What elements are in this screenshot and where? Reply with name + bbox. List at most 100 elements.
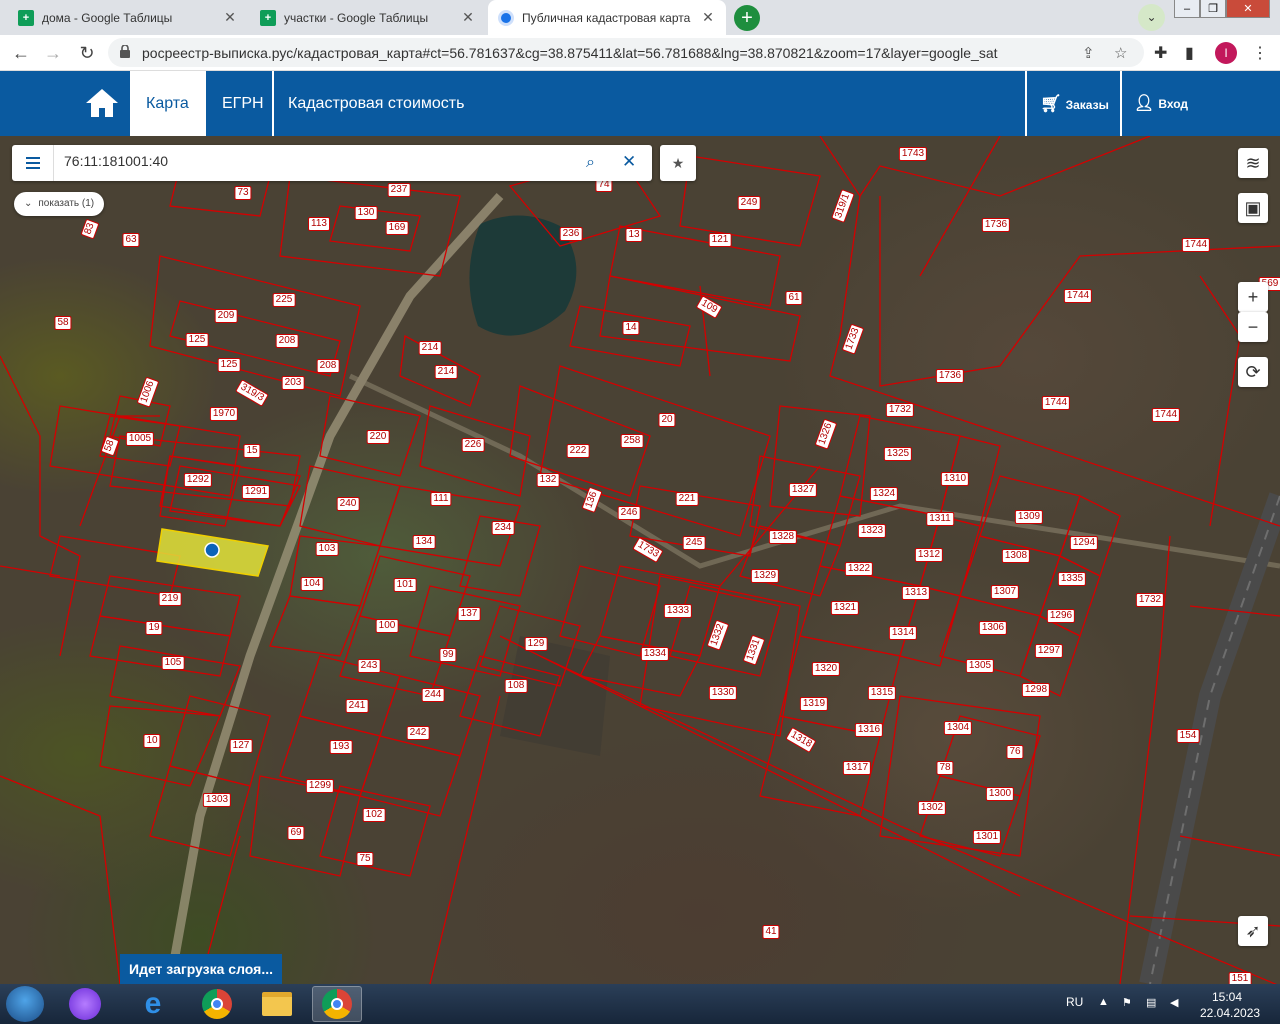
clock-date[interactable]: 22.04.2023 xyxy=(1200,1006,1260,1020)
parcel-number-label: 1743 xyxy=(898,147,928,161)
maximize-icon[interactable]: ❐ xyxy=(1200,0,1226,18)
alice-icon[interactable] xyxy=(60,986,110,1022)
chrome-active-icon[interactable] xyxy=(312,986,362,1022)
file-explorer-icon[interactable] xyxy=(252,986,302,1022)
layers-icon[interactable]: ≋ xyxy=(1238,148,1268,178)
favorite-star-button[interactable]: ★ xyxy=(660,145,696,181)
parcel-number-label: 245 xyxy=(682,536,706,550)
home-icon[interactable] xyxy=(84,87,120,119)
share-icon[interactable]: ⇪ xyxy=(1082,44,1095,62)
parcel-number-label: 13 xyxy=(625,228,643,242)
show-results-button[interactable]: ⌄ показать (1) xyxy=(14,192,105,216)
clock-time[interactable]: 15:04 xyxy=(1212,990,1242,1004)
volume-icon[interactable]: ◀︎ xyxy=(1170,996,1178,1009)
nav-map[interactable]: Карта xyxy=(130,71,206,136)
network-icon[interactable]: ▤ xyxy=(1146,996,1156,1009)
show-results-label: показать (1) xyxy=(38,198,95,209)
back-icon[interactable]: ← xyxy=(8,40,34,66)
parcel-number-label: 1313 xyxy=(901,586,931,600)
tray-expand-icon[interactable]: ▲ xyxy=(1098,996,1109,1008)
parcel-number-label: 236 xyxy=(559,227,583,241)
site-icon xyxy=(498,9,514,26)
parcel-number-label: 100 xyxy=(375,619,399,633)
parcel-number-label: 103 xyxy=(315,542,339,556)
start-button[interactable] xyxy=(6,986,44,1022)
minimize-icon[interactable]: – xyxy=(1174,0,1200,18)
search-input[interactable] xyxy=(64,153,564,169)
nav-egrn[interactable]: ЕГРН xyxy=(206,71,280,136)
parcel-number-label: 1327 xyxy=(788,483,818,497)
parcel-number-label: 208 xyxy=(275,334,299,348)
chrome-icon[interactable] xyxy=(192,986,242,1022)
parcel-number-label: 154 xyxy=(1176,729,1200,743)
browser-tab-bar: + дома - Google Таблицы ✕ + участки - Go… xyxy=(0,0,1280,35)
forward-icon[interactable]: → xyxy=(40,40,66,66)
parcel-number-label: 19 xyxy=(145,621,163,635)
parcel-number-label: 203 xyxy=(281,376,305,390)
tab-cadastral-map[interactable]: Публичная кадастровая карта 2 ✕ xyxy=(488,0,726,35)
bookmark-star-icon[interactable]: ☆ xyxy=(1114,44,1127,62)
parcel-number-label: 1325 xyxy=(883,447,913,461)
language-indicator[interactable]: RU xyxy=(1066,995,1083,1009)
parcel-number-label: 113 xyxy=(308,217,330,231)
map-print-icon[interactable]: ▣ xyxy=(1238,193,1268,223)
parcel-number-label: 63 xyxy=(122,233,140,247)
locate-icon[interactable]: ➶ xyxy=(1238,916,1268,946)
parcel-number-label: 61 xyxy=(785,291,803,305)
window-close-icon[interactable]: ✕ xyxy=(1226,0,1270,18)
side-panel-icon[interactable]: ▮ xyxy=(1185,43,1194,63)
sheets-icon: + xyxy=(260,9,276,26)
close-icon[interactable]: ✕ xyxy=(622,152,636,172)
parcel-number-label: 1970 xyxy=(209,407,239,421)
parcel-number-label: 249 xyxy=(737,196,761,210)
chevron-down-icon: ⌄ xyxy=(24,198,33,209)
search-icon[interactable]: ⌕ xyxy=(586,154,595,172)
satellite-map[interactable]: 1743 237 74 73 130 169 113 236 13 249 121 319/1 1736… xyxy=(0,136,1280,984)
internet-explorer-icon[interactable]: e xyxy=(128,986,178,1022)
more-menu-icon[interactable]: ⋮ xyxy=(1252,43,1268,63)
parcel-number-label: 1744 xyxy=(1151,408,1181,422)
highway xyxy=(1139,492,1280,984)
tab-title: участки - Google Таблицы xyxy=(284,10,429,25)
parcel-number-label: 219 xyxy=(158,592,182,606)
parcel-number-label: 76 xyxy=(1006,745,1024,759)
parcel-number-label: 1306 xyxy=(978,621,1008,635)
address-bar[interactable]: росреестр-выписка.рус/кадастровая_карта#… xyxy=(108,38,1144,67)
zoom-out-button[interactable]: − xyxy=(1238,312,1268,342)
parcel-number-label: 1329 xyxy=(750,569,780,583)
lock-icon[interactable] xyxy=(120,45,130,58)
nav-cadastral-value[interactable]: Кадастровая стоимость xyxy=(272,71,480,136)
parcel-number-label: 241 xyxy=(345,699,369,713)
new-tab-button[interactable]: + xyxy=(734,5,760,31)
loading-status: Идет загрузка слоя... xyxy=(120,954,282,984)
parcel-number-label: 108 xyxy=(504,679,528,693)
parcel-marker[interactable] xyxy=(204,542,220,558)
parcel-number-label: 1296 xyxy=(1046,609,1076,623)
action-center-icon[interactable]: ⚑ xyxy=(1122,996,1132,1009)
tab-doma-sheets[interactable]: + дома - Google Таблицы ✕ xyxy=(8,0,248,35)
parcel-number-label: 69 xyxy=(287,826,305,840)
parcel-number-label: 1317 xyxy=(842,761,872,775)
reload-icon[interactable]: ↻ xyxy=(74,40,100,66)
parcel-number-label: 1311 xyxy=(926,512,954,526)
close-icon[interactable]: ✕ xyxy=(700,9,716,26)
close-icon[interactable]: ✕ xyxy=(460,9,476,26)
extensions-icon[interactable]: ✚ xyxy=(1154,43,1167,63)
close-icon[interactable]: ✕ xyxy=(222,9,238,26)
login-button[interactable]: 👤︎ Вход xyxy=(1134,71,1188,136)
parcel-number-label: 234 xyxy=(491,521,515,535)
search-panel: ⌕ ✕ xyxy=(12,145,652,181)
avatar[interactable]: I xyxy=(1215,42,1237,64)
orders-button[interactable]: 🛒︎ Заказы xyxy=(1040,71,1109,136)
parcel-number-label: 1308 xyxy=(1001,549,1031,563)
parcel-number-label: 101 xyxy=(393,578,417,592)
parcel-number-label: 1330 xyxy=(708,686,738,700)
parcel-number-label: 58 xyxy=(54,316,72,330)
parcel-number-label: 220 xyxy=(366,430,390,444)
tab-uchastki-sheets[interactable]: + участки - Google Таблицы ✕ xyxy=(250,0,486,35)
chevron-down-icon[interactable]: ⌄ xyxy=(1138,4,1165,31)
menu-icon[interactable] xyxy=(12,145,54,181)
parcel-number-label: 169 xyxy=(385,221,409,235)
url-text[interactable]: росреестр-выписка.рус/кадастровая_карта#… xyxy=(142,45,998,61)
zoom-in-button[interactable]: + xyxy=(1238,282,1268,312)
